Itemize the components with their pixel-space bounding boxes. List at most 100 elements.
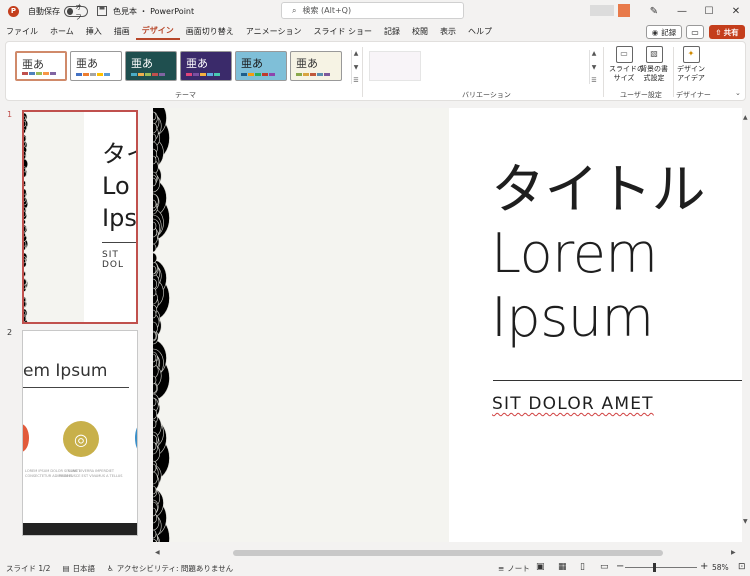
chevron-up-icon[interactable]: ▲ (354, 50, 359, 57)
slideshow-icon[interactable]: ▭ (600, 562, 609, 572)
dot (24, 128, 26, 134)
theme-thumb-3[interactable]: 亜あ (180, 51, 232, 81)
fit-to-window-icon[interactable]: ⊡ (738, 562, 746, 572)
search-box[interactable]: ⌕ 検索 (Alt+Q) (281, 2, 464, 19)
comment-button[interactable]: ▭ (686, 25, 704, 39)
theme-color-swatch (50, 72, 56, 75)
theme-color-swatch (186, 73, 192, 76)
tab-3[interactable]: 描画 (108, 22, 136, 40)
share-button[interactable]: ⇧ 共有 (709, 25, 745, 39)
chevron-right-icon[interactable]: ▶ (731, 549, 736, 556)
theme-color-swatch (324, 73, 330, 76)
autosave-toggle[interactable]: オフ (64, 3, 88, 21)
thumb-dot-image (24, 112, 84, 322)
chevron-down-icon[interactable]: ▼ (354, 64, 359, 71)
save-icon[interactable] (96, 6, 107, 17)
chevron-down-icon[interactable]: ▼ (592, 64, 597, 71)
theme-color-swatch (138, 73, 144, 76)
zoom-in-icon[interactable]: + (700, 561, 708, 572)
dot (24, 271, 26, 277)
thumb-rule (102, 242, 136, 243)
tab-11[interactable]: ヘルプ (462, 22, 498, 40)
theme-thumb-0[interactable]: 亜あ (15, 51, 67, 81)
theme-thumb-1[interactable]: 亜あ (70, 51, 122, 81)
theme-color-swatch (97, 73, 103, 76)
theme-color-swatch (255, 73, 261, 76)
dot (24, 278, 27, 286)
vertical-scrollbar[interactable]: ▲ ▼ (742, 108, 750, 544)
theme-thumb-4[interactable]: 亜あ (235, 51, 287, 81)
tab-2[interactable]: 挿入 (80, 22, 108, 40)
slide-subtitle[interactable]: SIT DOLOR AMET (492, 394, 654, 414)
tab-5[interactable]: 画面切り替え (180, 22, 240, 40)
slide-sorter-icon[interactable]: ▦ (558, 562, 567, 572)
normal-view-icon[interactable]: ▣ (536, 562, 545, 572)
user-name[interactable] (590, 5, 614, 16)
slide-size-label: スライドの サイズ (609, 65, 644, 82)
slide-canvas[interactable]: タイトル Lorem Ipsum SIT DOLOR AMET (153, 108, 742, 542)
theme-color-swatch (90, 73, 96, 76)
zoom-slider-knob[interactable] (653, 563, 656, 572)
chevron-up-icon[interactable]: ▲ (743, 114, 748, 121)
variation-gallery-scroll[interactable]: ▲ ▼ ☰ (589, 50, 598, 84)
collapse-ribbon-icon[interactable]: ⌄ (735, 89, 741, 97)
theme-thumb-2[interactable]: 亜あ (125, 51, 177, 81)
close-button[interactable]: ✕ (722, 0, 750, 22)
maximize-button[interactable]: ☐ (695, 0, 723, 22)
scroll-thumb[interactable] (233, 550, 663, 556)
accessibility[interactable]: ♿ アクセシビリティ: 問題ありません (107, 563, 233, 574)
powerpoint-logo-icon: P (8, 5, 19, 17)
reading-view-icon[interactable]: ▯ (580, 562, 585, 572)
thumb-title: em Ipsum (23, 361, 108, 381)
tab-10[interactable]: 表示 (434, 22, 462, 40)
tab-1[interactable]: ホーム (44, 22, 80, 40)
slide-title[interactable]: タイトル Lorem Ipsum (491, 158, 706, 350)
slide-size-button[interactable]: ▭ スライドの サイズ (609, 46, 644, 82)
more-icon[interactable]: ☰ (591, 77, 596, 84)
slide-indicator[interactable]: スライド 1/2 (6, 563, 50, 574)
zoom-out-icon[interactable]: − (616, 561, 624, 572)
search-placeholder: 検索 (Alt+Q) (302, 6, 352, 15)
dot (24, 206, 26, 212)
tab-9[interactable]: 校閲 (406, 22, 434, 40)
tab-6[interactable]: アニメーション (240, 22, 308, 40)
avatar[interactable] (618, 4, 630, 17)
chevron-left-icon[interactable]: ◀ (155, 549, 160, 556)
theme-color-swatch (241, 73, 247, 76)
slide-thumbnail-2[interactable]: em Ipsum ◎ LOREM IPSUM DOLOR SIT AMET CO… (22, 330, 138, 536)
slide-thumbnail-1[interactable]: タイ Lo Ips SIT DOL (22, 110, 138, 324)
theme-color-swatch (159, 73, 165, 76)
chevron-down-icon[interactable]: ▼ (743, 518, 748, 525)
dot-wall-image[interactable] (153, 108, 449, 542)
theme-color-bars (131, 73, 165, 76)
dot (24, 121, 27, 127)
more-icon[interactable]: ☰ (353, 77, 358, 84)
toggle-knob (67, 7, 74, 15)
language[interactable]: ▤ 日本語 (62, 563, 95, 574)
theme-thumb-5[interactable]: 亜あ (290, 51, 342, 81)
horizontal-scrollbar[interactable]: ◀ ▶ (153, 548, 742, 558)
variation-thumb[interactable] (369, 51, 421, 81)
tab-4[interactable]: デザイン (135, 22, 180, 40)
minimize-button[interactable]: — (668, 0, 696, 22)
tab-8[interactable]: 記録 (378, 22, 406, 40)
pen-icon[interactable]: ✎ (640, 0, 668, 22)
tab-0[interactable]: ファイル (0, 22, 44, 40)
zoom-level[interactable]: 58% (712, 563, 729, 572)
dot (24, 115, 26, 121)
theme-color-bars (76, 73, 110, 76)
zoom-slider-track[interactable] (625, 567, 697, 568)
title-rule (493, 380, 742, 381)
theme-gallery-scroll[interactable]: ▲ ▼ ☰ (351, 50, 360, 84)
notes-button[interactable]: ≡ ノート (498, 563, 530, 574)
design-ideas-button[interactable]: ✦ デザイン アイデア (676, 46, 706, 82)
background-format-button[interactable]: ▧ 背景の書 式設定 (639, 46, 669, 82)
dot (24, 193, 26, 199)
tab-7[interactable]: スライド ショー (307, 22, 378, 40)
dot (24, 211, 27, 217)
accessibility-icon: ♿ (107, 563, 114, 573)
record-button[interactable]: ◉ 記録 (646, 25, 682, 39)
theme-color-swatch (145, 73, 151, 76)
comment-icon: ▭ (691, 27, 699, 37)
chevron-up-icon[interactable]: ▲ (592, 50, 597, 57)
